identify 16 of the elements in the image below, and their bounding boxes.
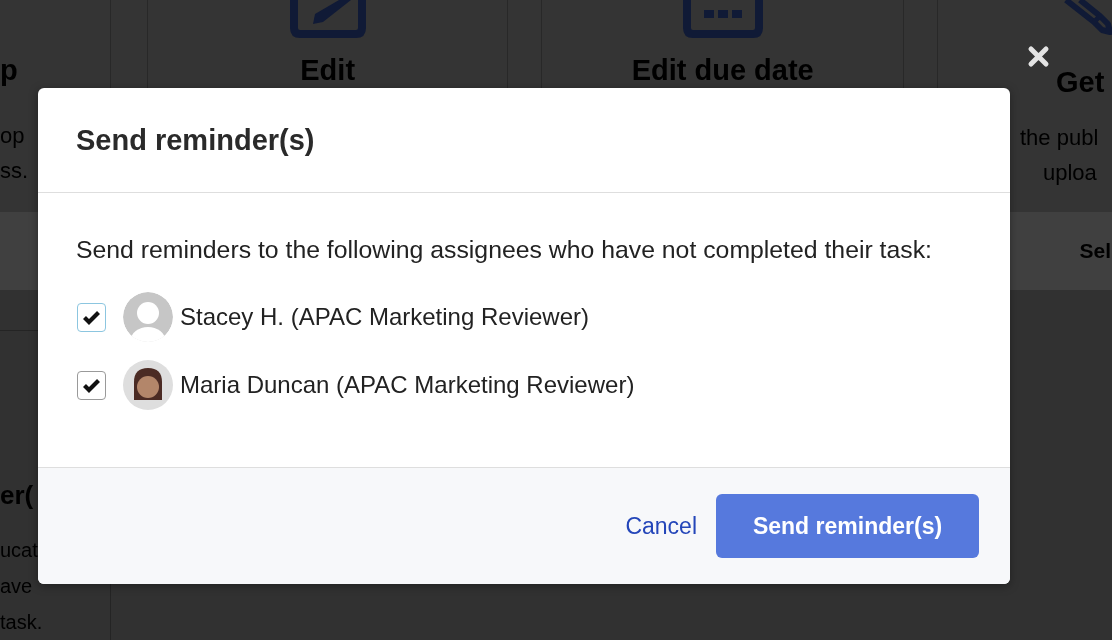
pencil-box-icon: [288, 0, 367, 38]
send-reminders-button[interactable]: Send reminder(s): [716, 494, 979, 558]
avatar-icon: [123, 360, 173, 410]
calendar-icon: [681, 0, 764, 38]
pencil-icon: [1064, 0, 1112, 36]
dialog-title: Send reminder(s): [76, 123, 315, 157]
assignee-name: Stacey H. (APAC Marketing Reviewer): [180, 303, 589, 331]
user-silhouette-icon: [123, 292, 173, 342]
dialog-message: Send reminders to the following assignees who have not completed their task:: [76, 235, 933, 265]
checkbox[interactable]: [77, 302, 106, 332]
checkmark-icon: [82, 377, 101, 393]
checkmark-icon: [82, 309, 101, 325]
checkbox[interactable]: [77, 370, 106, 400]
cancel-link[interactable]: Cancel: [625, 512, 697, 540]
assignee-name: Maria Duncan (APAC Marketing Reviewer): [180, 371, 635, 399]
close-icon[interactable]: [1027, 45, 1050, 68]
